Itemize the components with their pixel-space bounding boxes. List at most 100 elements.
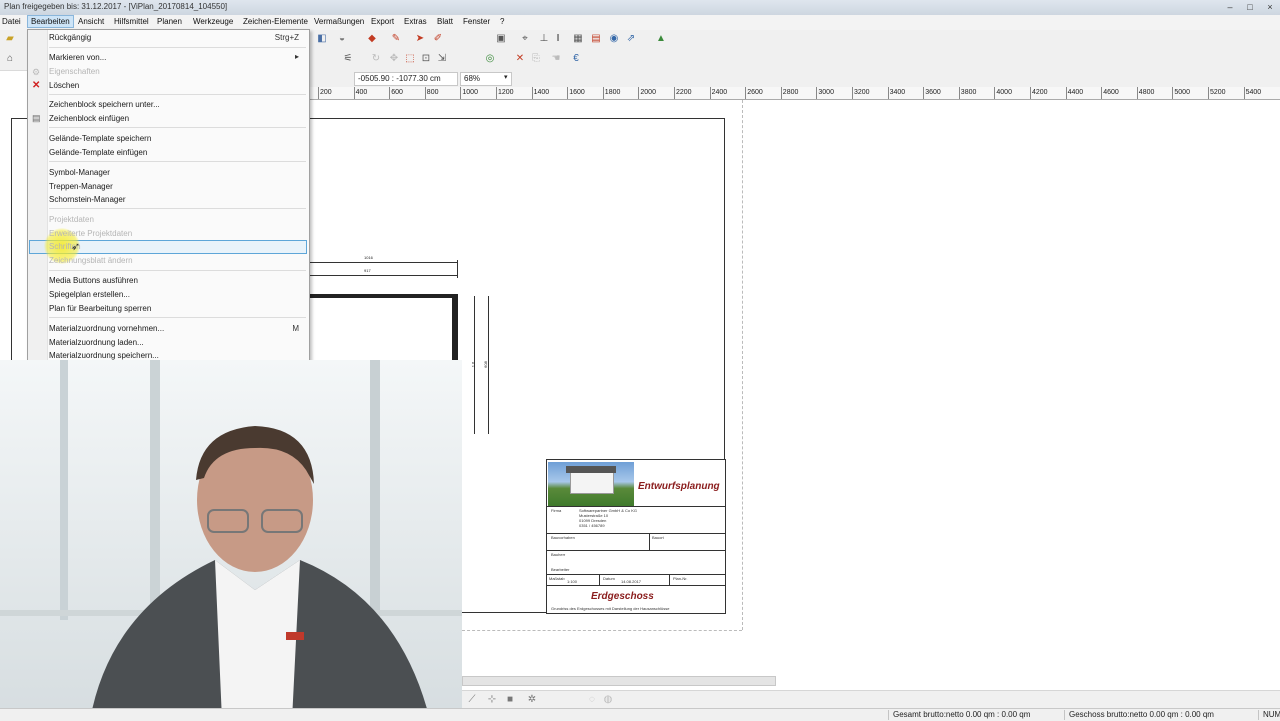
menu-bearbeiten[interactable]: Bearbeiten <box>27 15 74 28</box>
menu-item-undo[interactable]: Rückgängig <box>49 33 91 42</box>
dropdown-separator <box>49 127 306 128</box>
dimension-label-1: 1016 <box>364 255 373 260</box>
pan-icon[interactable]: ⇲ <box>436 53 448 65</box>
brush-icon[interactable]: ✐ <box>432 33 444 45</box>
menu-item-chimney-manager[interactable]: Schornstein-Manager <box>49 195 125 204</box>
menu-item-mark-from[interactable]: Markieren von... <box>49 53 106 62</box>
dimension-line-2 <box>308 275 458 276</box>
dropdown-separator <box>49 208 306 209</box>
dimension-line-v2 <box>488 296 489 434</box>
close-button[interactable]: × <box>1262 1 1278 13</box>
arrow-icon[interactable]: ➤ <box>414 33 426 45</box>
dropdown-separator <box>49 317 306 318</box>
camera-icon[interactable]: ◍ <box>602 694 614 706</box>
menu-item-change-sheet[interactable]: Zeichnungsblatt ändern <box>49 256 133 265</box>
wall-tool-icon[interactable]: ⚟ <box>342 53 354 65</box>
menu-item-insert-block[interactable]: Zeichenblock einfügen <box>49 114 129 123</box>
ruler-tick-label: 400 <box>355 89 368 96</box>
menu-item-extended-project-data[interactable]: Erweiterte Projektdaten <box>49 229 132 238</box>
ruler-tickmark <box>923 87 925 99</box>
text-icon[interactable]: I <box>552 33 564 45</box>
edit-icon[interactable]: ⬚ <box>404 53 416 65</box>
menu-item-symbol-manager[interactable]: Symbol-Manager <box>49 168 110 177</box>
menu-item-material-load[interactable]: Materialzuordnung laden... <box>49 338 144 347</box>
rectangle-icon[interactable]: ■ <box>504 694 516 706</box>
table-icon[interactable]: ▤ <box>590 33 602 45</box>
snap-icon[interactable]: ⌖ <box>519 33 531 45</box>
zoom-window-icon[interactable]: ⊡ <box>420 53 432 65</box>
menu-item-material-save[interactable]: Materialzuordnung speichern... <box>49 351 159 360</box>
move-icon[interactable]: ✥ <box>388 53 400 65</box>
menu-item-lock-plan[interactable]: Plan für Bearbeitung sperren <box>49 304 151 313</box>
draw-icon[interactable]: ⟋ <box>466 694 478 706</box>
ruler-tick-label: 5200 <box>1210 89 1226 96</box>
menu-export[interactable]: Export <box>371 17 394 26</box>
rotate-icon[interactable]: ↻ <box>370 53 382 65</box>
bottom-toolbar: ⟋ ⊹ ■ ✲ ◌ ◍ <box>462 690 1280 709</box>
delete-icon[interactable]: ✕ <box>514 53 526 65</box>
menu-item-material-assign-shortcut: M <box>292 324 299 333</box>
menu-item-media-buttons[interactable]: Media Buttons ausführen <box>49 276 138 285</box>
ruler-tickmark <box>531 87 533 99</box>
settings-icon[interactable]: ✲ <box>526 694 538 706</box>
ruler-tick-label: 5000 <box>1174 89 1190 96</box>
menu-item-delete[interactable]: Löschen <box>49 81 79 90</box>
menu-help[interactable]: ? <box>500 17 504 26</box>
menu-datei[interactable]: Datei <box>2 17 21 26</box>
ruler-tickmark <box>567 87 569 99</box>
menu-werkzeuge[interactable]: Werkzeuge <box>193 17 233 26</box>
bucket-icon[interactable]: ◒ <box>336 33 348 45</box>
ruler-tickmark <box>460 87 462 99</box>
menu-item-mirror-plan[interactable]: Spiegelplan erstellen... <box>49 290 130 299</box>
select-icon[interactable]: ◧ <box>316 33 328 45</box>
wall-top <box>308 294 458 298</box>
ruler-tick-label: 4200 <box>1032 89 1048 96</box>
menu-item-save-block[interactable]: Zeichenblock speichern unter... <box>49 100 160 109</box>
home-icon[interactable]: ⌂ <box>4 53 16 65</box>
menu-item-material-assign[interactable]: Materialzuordnung vornehmen... <box>49 324 164 333</box>
pen-icon[interactable]: ✎ <box>390 33 402 45</box>
menu-zeichen-elemente[interactable]: Zeichen-Elemente <box>243 17 308 26</box>
hand-icon[interactable]: ☚ <box>550 53 562 65</box>
frame-icon[interactable]: ▣ <box>495 33 507 45</box>
ruler-tickmark <box>780 87 782 99</box>
ruler-tick-label: 3200 <box>854 89 870 96</box>
zoom-dropdown-icon[interactable]: ▾ <box>504 73 508 81</box>
ruler-tickmark <box>1172 87 1174 99</box>
maximize-button[interactable]: □ <box>1242 1 1258 13</box>
titleblock-footnote: Grundriss des Erdgeschosses mit Darstell… <box>551 606 670 611</box>
menu-item-properties[interactable]: Eigenschaften <box>49 67 100 76</box>
menu-blatt[interactable]: Blatt <box>437 17 453 26</box>
menu-fenster[interactable]: Fenster <box>463 17 490 26</box>
euro-icon[interactable]: € <box>570 53 582 65</box>
globe-icon[interactable]: ◉ <box>608 33 620 45</box>
menu-item-insert-terrain[interactable]: Gelände-Template einfügen <box>49 148 147 157</box>
ruler-tick-label: 4600 <box>1103 89 1119 96</box>
ruler-tickmark <box>1243 87 1245 99</box>
shape-icon[interactable]: ◆ <box>366 33 378 45</box>
menu-item-project-data[interactable]: Projektdaten <box>49 215 94 224</box>
menu-vermassungen[interactable]: Vermaßungen <box>314 17 364 26</box>
print-area-edge-right <box>742 100 744 630</box>
copy-icon[interactable]: ⎘ <box>530 53 542 65</box>
snap-point-icon[interactable]: ⊹ <box>486 694 498 706</box>
dimension-icon[interactable]: ⊥ <box>538 33 550 45</box>
menu-extras[interactable]: Extras <box>404 17 427 26</box>
firma-label: Firma <box>551 508 562 513</box>
view-icon[interactable]: ◌ <box>586 694 598 706</box>
grid-icon[interactable]: ▦ <box>572 33 584 45</box>
layer-icon[interactable]: ◎ <box>484 53 496 65</box>
menu-ansicht[interactable]: Ansicht <box>78 17 104 26</box>
export-icon[interactable]: ⇗ <box>625 33 637 45</box>
landscape-icon[interactable]: ▲ <box>655 33 667 45</box>
menu-item-stair-manager[interactable]: Treppen-Manager <box>49 182 113 191</box>
menu-planen[interactable]: Planen <box>157 17 182 26</box>
menu-item-save-terrain[interactable]: Gelände-Template speichern <box>49 134 151 143</box>
minimize-button[interactable]: – <box>1222 1 1238 13</box>
status-geschoss: Geschoss brutto:netto 0.00 qm : 0.00 qm <box>1064 710 1214 720</box>
horizontal-scrollbar[interactable] <box>462 676 776 686</box>
open-folder-icon[interactable]: ▰ <box>4 33 16 45</box>
menu-hilfsmittel[interactable]: Hilfsmittel <box>114 17 149 26</box>
properties-icon: ⚙ <box>32 67 41 77</box>
bauherr-label: Bauherr <box>551 552 566 557</box>
